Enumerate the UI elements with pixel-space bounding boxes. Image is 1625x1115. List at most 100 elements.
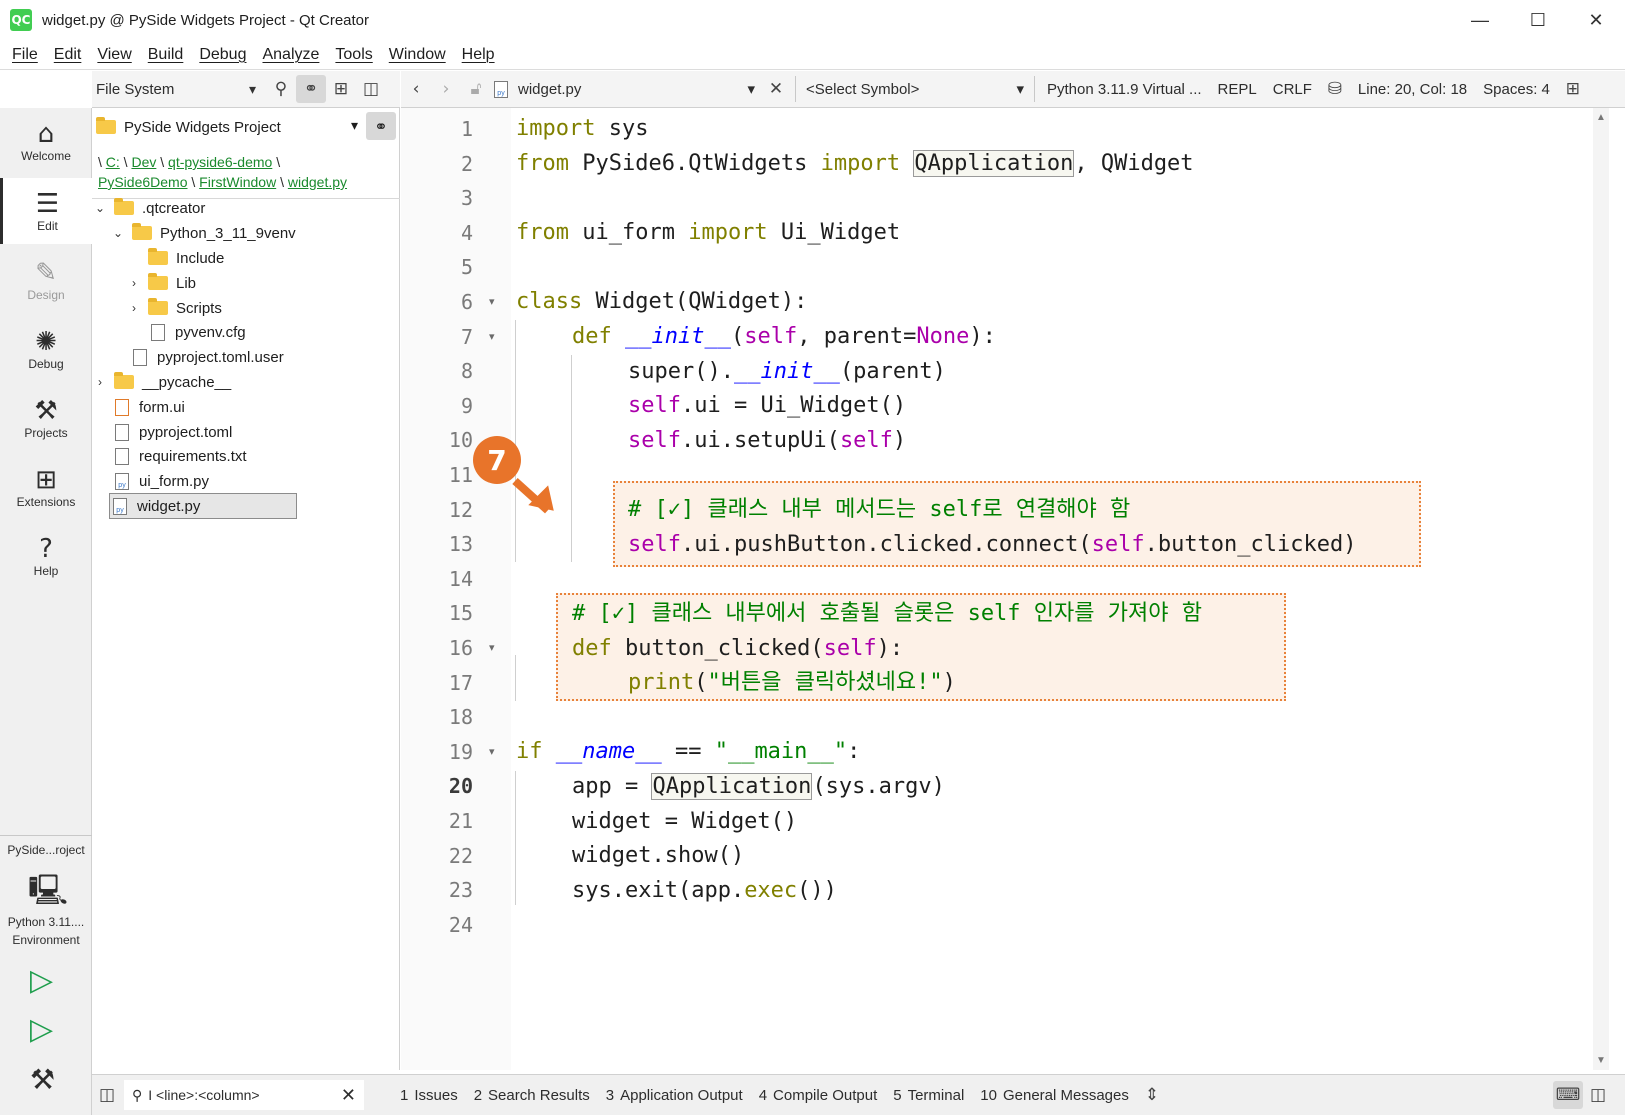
encoding-icon[interactable]: ⛁	[1320, 75, 1350, 103]
mode-edit[interactable]: ☰ Edit	[0, 178, 92, 244]
add-split-icon[interactable]: ⊞	[326, 75, 356, 103]
open-documents-select[interactable]: py widget.py ▾	[491, 80, 761, 98]
more-tabs-icon[interactable]: ⇕	[1137, 1081, 1167, 1109]
mode-extensions[interactable]: ⊞ Extensions	[0, 454, 92, 520]
chevron-down-icon[interactable]: ⌄	[110, 226, 126, 240]
vertical-scrollbar[interactable]: ▲ ▼	[1593, 108, 1609, 1070]
code-line-9[interactable]: self.ui = Ui_Widget()	[628, 389, 906, 423]
tree-item[interactable]: › Scripts	[126, 296, 222, 320]
tab-application-output[interactable]: 3 Application Output	[598, 1087, 751, 1104]
menu-help[interactable]: Help	[454, 46, 503, 64]
tree-item[interactable]: pyproject.toml	[112, 420, 232, 444]
menu-window[interactable]: Window	[381, 46, 454, 64]
code-line-19[interactable]: if __name__ == "__main__":	[516, 735, 860, 769]
code-line-21[interactable]: widget = Widget()	[572, 805, 797, 839]
tree-item[interactable]: py ui_form.py	[112, 469, 209, 493]
scroll-down-icon[interactable]: ▼	[1596, 1055, 1606, 1066]
code-line-17[interactable]: print("버튼을 클릭하셨네요!")	[628, 666, 956, 700]
code-line-13[interactable]: self.ui.pushButton.clicked.connect(self.…	[628, 528, 1357, 562]
mode-projects[interactable]: ⚒ Projects	[0, 385, 92, 451]
locator-input[interactable]: ⚲ I <line>:<column> ✕	[124, 1080, 364, 1110]
code-line-16[interactable]: def button_clicked(self):	[572, 632, 903, 666]
tree-item[interactable]: ⌄ .qtcreator	[92, 196, 205, 220]
chevron-right-icon[interactable]: ›	[92, 375, 108, 389]
lock-icon[interactable]: 🔓︎	[461, 75, 491, 103]
run-icon[interactable]: ▷	[30, 963, 53, 998]
repl-button[interactable]: REPL	[1210, 81, 1265, 98]
menu-tools[interactable]: Tools	[327, 46, 380, 64]
monitor-icon[interactable]: 🖳︎	[28, 868, 68, 919]
tab-compile-output[interactable]: 4 Compile Output	[751, 1087, 886, 1104]
symbol-select[interactable]: <Select Symbol> ▾	[800, 80, 1030, 99]
tab-issues[interactable]: 1 Issues	[392, 1087, 466, 1104]
kit-environment[interactable]: Python 3.11.... Environment	[0, 913, 92, 949]
mode-help[interactable]: ? Help	[0, 523, 92, 589]
tree-item[interactable]: Include	[148, 246, 224, 270]
tab-terminal[interactable]: 5 Terminal	[885, 1087, 972, 1104]
output-toggle-icon[interactable]: ⌨	[1553, 1081, 1583, 1109]
fold-marker-icon[interactable]: ▾	[489, 735, 495, 769]
tree-item[interactable]: › __pycache__	[92, 370, 231, 394]
breadcrumb-link[interactable]: qt-pyside6-demo	[168, 154, 272, 170]
filter-icon[interactable]: ⚲	[266, 75, 296, 103]
mode-design[interactable]: ✎ Design	[0, 247, 92, 313]
back-icon[interactable]: ‹	[401, 75, 431, 103]
debug-run-icon[interactable]: ▷	[30, 1012, 53, 1047]
tree-item[interactable]: form.ui	[112, 395, 185, 419]
sidebar-view-select[interactable]: File System	[96, 81, 256, 98]
sync-link-icon[interactable]: ⚭	[296, 75, 326, 103]
breadcrumb-link[interactable]: C:	[106, 154, 120, 170]
breadcrumb-link[interactable]: Dev	[131, 154, 156, 170]
code-line-6[interactable]: class Widget(QWidget):	[516, 285, 807, 319]
tab-general-messages[interactable]: 10 General Messages	[972, 1087, 1137, 1104]
split-editor-icon[interactable]: ⊞	[1558, 75, 1588, 103]
code-line-4[interactable]: from ui_form import Ui_Widget	[516, 216, 900, 250]
close-window-button[interactable]: ✕	[1567, 0, 1625, 40]
menu-analyze[interactable]: Analyze	[254, 46, 327, 64]
kit-project-name[interactable]: PySide...roject	[0, 843, 92, 857]
code-line-15[interactable]: # [✓] 클래스 내부에서 호출될 슬롯은 self 인자를 가져야 함	[572, 597, 1202, 631]
breadcrumb-link[interactable]: FirstWindow	[199, 174, 276, 190]
mode-welcome[interactable]: ⌂ Welcome	[0, 108, 92, 174]
interpreter-select[interactable]: Python 3.11.9 Virtual ...	[1039, 81, 1210, 98]
close-sidebar-icon[interactable]: ◫	[356, 75, 386, 103]
tree-item[interactable]: ⌄ Python_3_11_9venv	[110, 221, 296, 245]
code-editor[interactable]: ▲ ▼	[401, 108, 1609, 1070]
breadcrumb-link[interactable]: PySide6Demo	[98, 174, 188, 190]
clear-icon[interactable]: ✕	[341, 1085, 356, 1106]
tree-item[interactable]: requirements.txt	[112, 444, 247, 468]
menu-edit[interactable]: Edit	[46, 46, 90, 64]
fold-marker-icon[interactable]: ▾	[489, 631, 495, 665]
project-select[interactable]: PySide Widgets Project ▾	[96, 114, 366, 140]
menu-view[interactable]: View	[89, 46, 139, 64]
hammer-icon[interactable]: ⚒	[30, 1063, 55, 1096]
line-ending-select[interactable]: CRLF	[1265, 81, 1320, 98]
code-line-12[interactable]: # [✓] 클래스 내부 메서드는 self로 연결해야 함	[628, 493, 1130, 527]
chevron-right-icon[interactable]: ›	[126, 276, 142, 290]
sync-link-icon[interactable]: ⚭	[366, 112, 396, 140]
code-line-2[interactable]: from PySide6.QtWidgets import QApplicati…	[516, 147, 1194, 181]
cursor-position[interactable]: Line: 20, Col: 18	[1350, 81, 1475, 98]
code-line-10[interactable]: self.ui.setupUi(self)	[628, 424, 906, 458]
menu-build[interactable]: Build	[140, 46, 192, 64]
indentation-setting[interactable]: Spaces: 4	[1475, 81, 1558, 98]
code-line-20[interactable]: app = QApplication(sys.argv)	[572, 770, 945, 804]
chevron-right-icon[interactable]: ›	[126, 301, 142, 315]
mode-debug[interactable]: ✺ Debug	[0, 316, 92, 382]
tree-item[interactable]: › Lib	[126, 271, 196, 295]
tree-item-selected[interactable]: py widget.py	[109, 493, 297, 519]
code-line-8[interactable]: super().__init__(parent)	[628, 355, 946, 389]
minimize-button[interactable]: —	[1451, 0, 1509, 40]
tab-search-results[interactable]: 2 Search Results	[466, 1087, 598, 1104]
fold-marker-icon[interactable]: ▾	[489, 320, 495, 354]
breadcrumb-link[interactable]: widget.py	[288, 174, 347, 190]
tree-item[interactable]: pyvenv.cfg	[148, 320, 246, 344]
code-line-22[interactable]: widget.show()	[572, 839, 744, 873]
menu-debug[interactable]: Debug	[191, 46, 254, 64]
code-line-23[interactable]: sys.exit(app.exec())	[572, 874, 837, 908]
toggle-sidebar-icon[interactable]: ◫	[92, 1081, 122, 1109]
tree-item[interactable]: pyproject.toml.user	[130, 345, 284, 369]
maximize-button[interactable]: ☐	[1509, 0, 1567, 40]
menu-file[interactable]: File	[4, 46, 46, 64]
forward-icon[interactable]: ›	[431, 75, 461, 103]
